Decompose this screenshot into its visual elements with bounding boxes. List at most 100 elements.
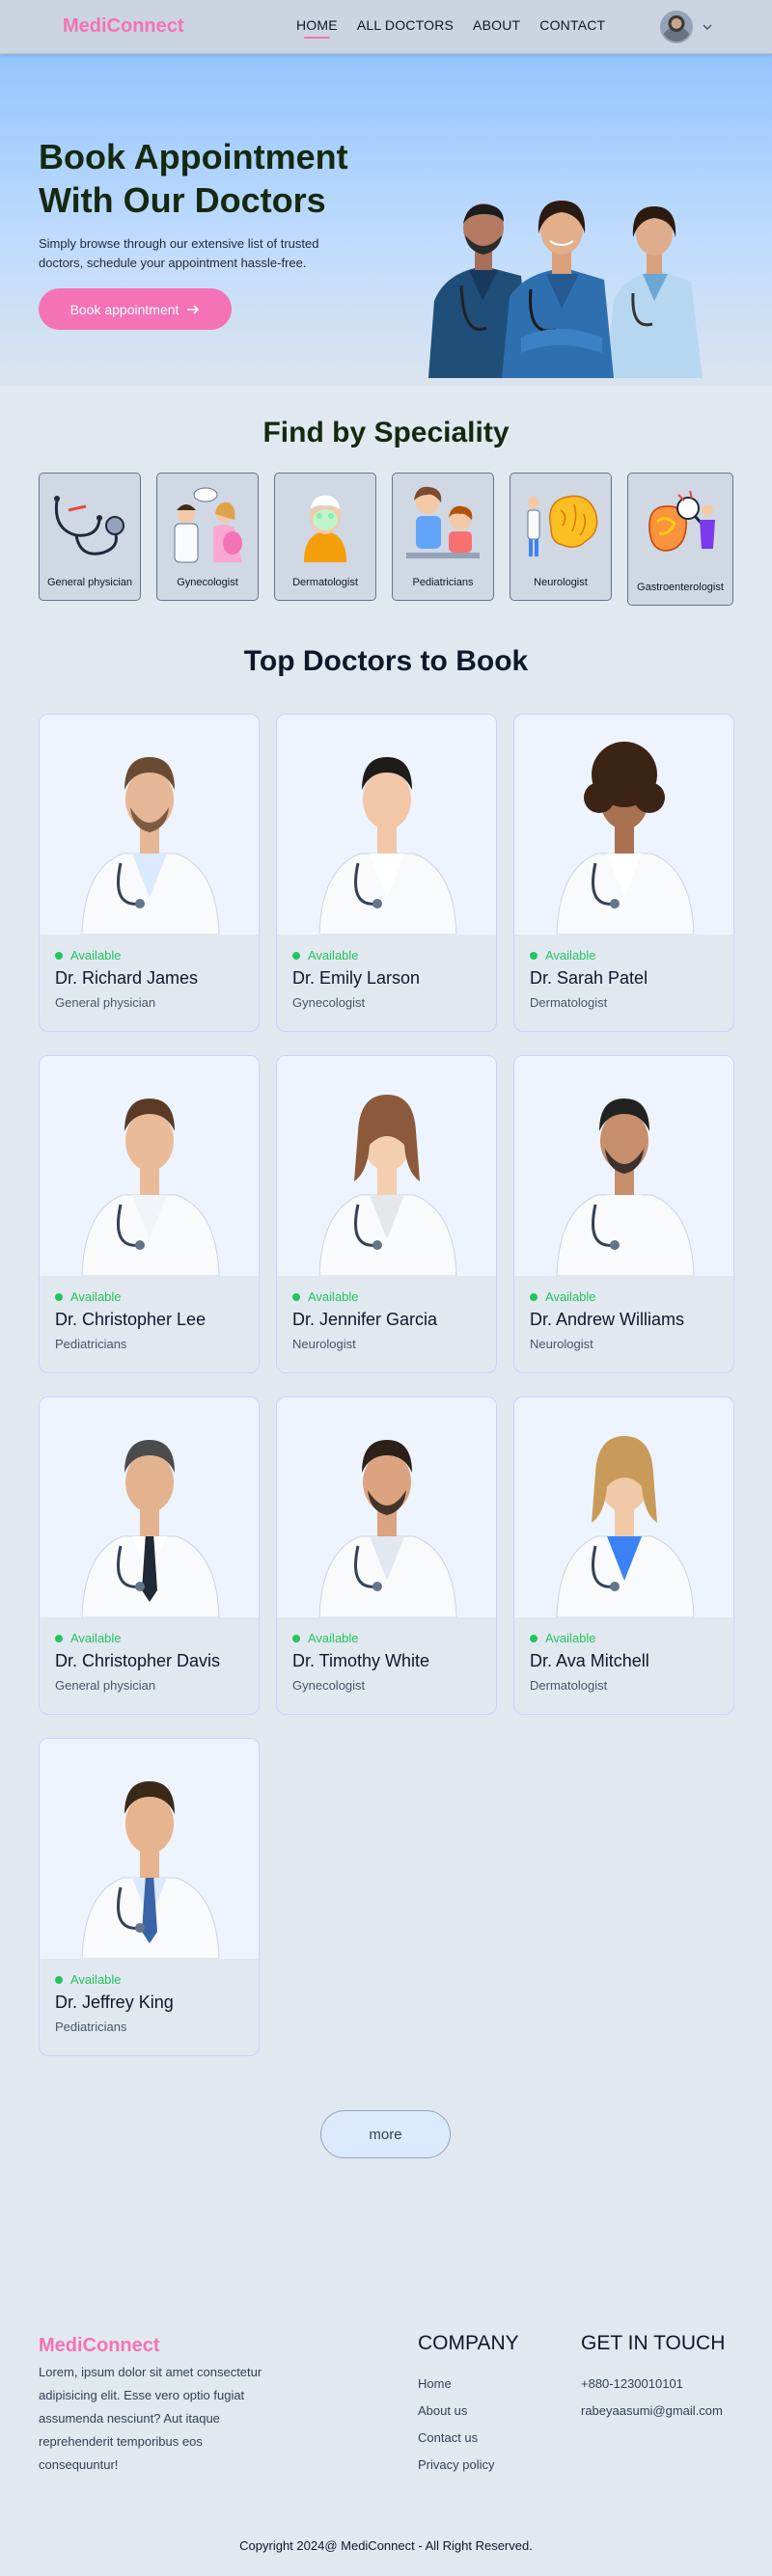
doctor-card[interactable]: Available Dr. Andrew Williams Neurologis… [513, 1055, 734, 1373]
top-doctors-title: Top Doctors to Book [243, 645, 529, 677]
hero-title: Book Appointment With Our Doctors [39, 135, 367, 222]
availability-status: Available [530, 948, 596, 963]
doctor-card[interactable]: Available Dr. Jeffrey King Pediatricians [39, 1738, 260, 2056]
doctor-name: Dr. Ava Mitchell [530, 1651, 649, 1670]
availability-status: Available [292, 948, 359, 963]
speciality-general-physician[interactable]: General physician [39, 473, 141, 601]
doctor-card[interactable]: Available Dr. Richard James General phys… [39, 714, 260, 1032]
doctor-name: Dr. Timothy White [292, 1651, 430, 1670]
availability-text: Available [70, 1289, 122, 1304]
book-appointment-button[interactable]: Book appointment [39, 288, 232, 330]
speciality-gastroenterologist[interactable]: Gastroenterologist [627, 473, 733, 606]
availability-text: Available [545, 1631, 596, 1645]
doctor-speciality: Dermatologist [530, 995, 608, 1010]
doctor-photo [277, 1056, 496, 1276]
doctor-card[interactable]: Available Dr. Sarah Patel Dermatologist [513, 714, 734, 1032]
doctor-photo [40, 1397, 259, 1617]
availability-status: Available [55, 948, 122, 963]
speciality-pediatricians[interactable]: Pediatricians [392, 473, 494, 601]
doctor-photo [277, 715, 496, 935]
dermatologist-icon [304, 494, 346, 562]
footer-contact-title: GET IN TOUCH [581, 2332, 726, 2354]
speciality-label: Gastroenterologist [637, 582, 724, 593]
footer-logo: MediConnect [39, 2335, 160, 2356]
footer-link-about[interactable]: About us [418, 2403, 467, 2418]
hero-doctor-center [502, 201, 614, 378]
doctor-card[interactable]: Available Dr. Jennifer Garcia Neurologis… [276, 1055, 497, 1373]
doctor-name: Dr. Christopher Davis [55, 1651, 221, 1670]
stethoscope-icon [54, 496, 124, 556]
main-nav: HOME ALL DOCTORS ABOUT CONTACT [296, 17, 605, 39]
footer-company-title: COMPANY [418, 2332, 519, 2354]
doctor-photo [514, 1056, 733, 1276]
nav-all-doctors[interactable]: ALL DOCTORS [357, 17, 454, 39]
footer-link-item: About us [418, 2401, 494, 2428]
speciality-label: Gynecologist [177, 577, 238, 588]
hero-title-line-2: With Our Doctors [39, 180, 326, 220]
top-navbar: MediConnect HOME ALL DOCTORS ABOUT CONTA… [0, 0, 772, 54]
doctor-speciality: Gynecologist [292, 1678, 366, 1693]
copyright-text: Copyright 2024@ MediConnect - All Right … [239, 2538, 533, 2553]
availability-text: Available [70, 1631, 122, 1645]
doctor-portrait-image [40, 715, 259, 935]
availability-text: Available [308, 948, 359, 963]
footer-email: rabeyaasumi@gmail.com [581, 2403, 723, 2418]
speciality-dermatologist[interactable]: Dermatologist [274, 473, 376, 601]
availability-text: Available [70, 1972, 122, 1987]
brand-logo[interactable]: MediConnect [63, 15, 184, 38]
status-dot-icon [292, 1292, 300, 1301]
doctor-name: Dr. Jennifer Garcia [292, 1310, 438, 1329]
footer-link-privacy[interactable]: Privacy policy [418, 2457, 494, 2472]
status-dot-icon [530, 951, 538, 960]
doctor-portrait-image [277, 1056, 496, 1276]
speciality-label: Pediatricians [412, 577, 474, 588]
doctor-photo [40, 715, 259, 935]
avatar[interactable] [660, 11, 693, 43]
doctor-card[interactable]: Available Dr. Christopher Davis General … [39, 1396, 260, 1715]
doctor-portrait-image [40, 1739, 259, 1959]
more-button[interactable]: more [320, 2110, 451, 2158]
doctor-card[interactable]: Available Dr. Timothy White Gynecologist [276, 1396, 497, 1715]
status-dot-icon [55, 1634, 63, 1642]
doctor-speciality: General physician [55, 1678, 156, 1693]
nav-home[interactable]: HOME [296, 17, 338, 39]
doctor-portrait-image [40, 1056, 259, 1276]
doctor-photo [514, 1397, 733, 1617]
profile-menu[interactable] [660, 11, 714, 43]
availability-text: Available [545, 1289, 596, 1304]
status-dot-icon [292, 951, 300, 960]
speciality-section-title: Find by Speciality [262, 417, 510, 448]
status-dot-icon [55, 1975, 63, 1984]
footer-link-item: Home [418, 2374, 494, 2401]
footer-link-item: Privacy policy [418, 2455, 494, 2482]
doctor-card[interactable]: Available Dr. Emily Larson Gynecologist [276, 714, 497, 1032]
doctor-name: Dr. Richard James [55, 968, 199, 988]
doctor-card[interactable]: Available Dr. Ava Mitchell Dermatologist [513, 1396, 734, 1715]
doctor-card[interactable]: Available Dr. Christopher Lee Pediatrici… [39, 1055, 260, 1373]
speciality-list: General physician Gynecologist Dermatolo… [39, 473, 733, 606]
doctor-speciality: Neurologist [530, 1337, 593, 1351]
availability-status: Available [55, 1631, 122, 1645]
doctor-photo [40, 1739, 259, 1959]
nav-contact[interactable]: CONTACT [539, 17, 605, 39]
footer-link-home[interactable]: Home [418, 2376, 452, 2391]
footer-link-item: Contact us [418, 2428, 494, 2455]
doctor-portrait-image [277, 715, 496, 935]
doctor-name: Dr. Christopher Lee [55, 1310, 207, 1329]
availability-text: Available [308, 1631, 359, 1645]
speciality-gynecologist[interactable]: Gynecologist [156, 473, 259, 601]
footer-link-contact[interactable]: Contact us [418, 2430, 478, 2445]
nav-about[interactable]: ABOUT [473, 17, 520, 39]
book-appointment-label: Book appointment [69, 301, 179, 317]
availability-status: Available [530, 1289, 596, 1304]
hero-title-line-1: Book Appointment [39, 137, 348, 176]
doctor-photo [277, 1397, 496, 1617]
availability-status: Available [55, 1972, 122, 1987]
doctor-name: Dr. Jeffrey King [55, 1993, 174, 2012]
status-dot-icon [530, 1292, 538, 1301]
doctor-portrait-image [514, 715, 733, 935]
speciality-neurologist[interactable]: Neurologist [510, 473, 612, 601]
chevron-down-icon[interactable] [701, 20, 714, 34]
speciality-label: Neurologist [534, 577, 588, 588]
availability-status: Available [292, 1631, 359, 1645]
